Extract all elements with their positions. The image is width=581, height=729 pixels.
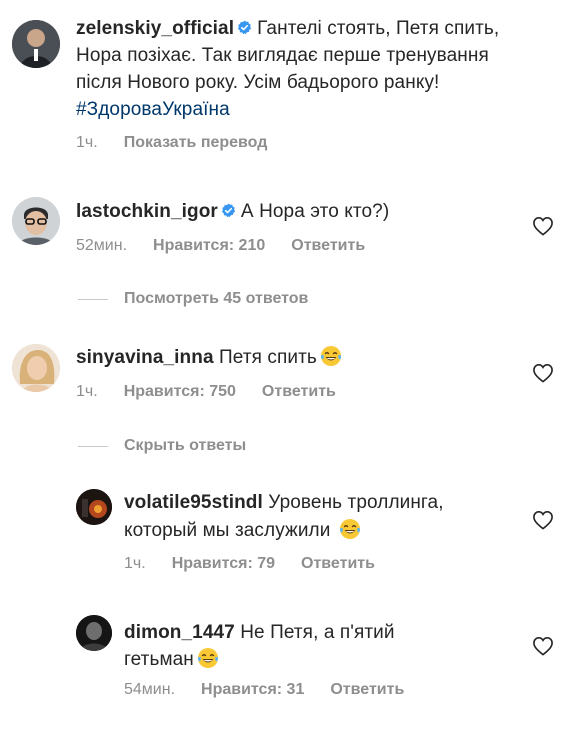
reply-line-volatile-1: volatile95stindl Уровень троллинга, — [124, 490, 444, 516]
comment-text: Петя спить — [219, 347, 317, 368]
reply-avatar-dimon[interactable] — [76, 615, 112, 651]
avatar-photo — [12, 20, 60, 68]
like-heart-icon[interactable] — [532, 216, 554, 236]
reply-button[interactable]: Ответить — [262, 382, 336, 402]
comment-time: 52мин. — [76, 237, 128, 254]
avatar-photo — [76, 489, 112, 525]
view-replies-button[interactable]: Посмотреть 45 ответов — [78, 290, 308, 308]
comment-likes[interactable]: Нравится: 210 — [153, 236, 265, 256]
avatar-photo — [12, 344, 60, 392]
comment-likes[interactable]: Нравится: 750 — [124, 382, 236, 402]
comment-text: А Нора это кто?) — [240, 201, 390, 222]
reply-avatar-volatile[interactable] — [76, 489, 112, 525]
avatar-photo — [12, 197, 60, 245]
reply-meta: 54мин. Нравится: 31 Ответить — [124, 680, 404, 700]
hide-replies-label: Скрыть ответы — [124, 437, 247, 454]
post-time: 1ч. — [76, 134, 98, 151]
face-with-tears-of-joy-icon — [197, 648, 218, 668]
like-heart-icon[interactable] — [532, 363, 554, 383]
post-caption-line-3: після Нового року. Усім бадьорого ранку! — [76, 72, 440, 93]
reply-button[interactable]: Ответить — [330, 680, 404, 700]
post-author-avatar[interactable] — [12, 20, 60, 68]
comment-avatar-lastochkin[interactable] — [12, 197, 60, 245]
reply-text-part-1: Не Петя, а п'ятий — [240, 622, 395, 643]
post-hashtag-link[interactable]: #ЗдороваУкраїна — [76, 97, 230, 123]
reply-text-part-2: гетьман — [124, 649, 194, 670]
post-caption-line-2: Нора позіхає. Так виглядає перше тренува… — [76, 45, 489, 66]
reply-line-volatile-2: который мы заслужили — [124, 517, 362, 544]
thread-divider-line — [78, 445, 108, 447]
reply-line-dimon-1: dimon_1447 Не Петя, а п'ятий — [124, 620, 395, 646]
comment-time: 1ч. — [76, 383, 98, 400]
reply-button[interactable]: Ответить — [291, 236, 365, 256]
reply-time: 1ч. — [124, 555, 146, 572]
reply-text-part-2: который мы заслужили — [124, 520, 331, 541]
reply-line-dimon-2: гетьман — [124, 646, 220, 673]
thread-divider-line — [78, 298, 108, 300]
face-with-tears-of-joy-icon — [339, 519, 360, 539]
comment-meta: 1ч. Нравится: 750 Ответить — [76, 382, 336, 402]
hide-replies-button[interactable]: Скрыть ответы — [78, 437, 246, 455]
comment-meta: 52мин. Нравится: 210 Ответить — [76, 236, 365, 256]
avatar-photo — [76, 615, 112, 651]
view-replies-label: Посмотреть 45 ответов — [124, 290, 309, 307]
comment-line-sinyavina: sinyavina_inna Петя спить — [76, 344, 343, 371]
like-heart-icon[interactable] — [532, 636, 554, 656]
post-caption-line-1: zelenskiy_official Гантелі стоять, Петя с… — [76, 16, 499, 42]
reply-time: 54мин. — [124, 681, 176, 698]
reply-username[interactable]: volatile95stindl — [124, 492, 263, 513]
reply-meta: 1ч. Нравится: 79 Ответить — [124, 554, 375, 574]
reply-username[interactable]: dimon_1447 — [124, 622, 235, 643]
like-heart-icon[interactable] — [532, 510, 554, 530]
reply-likes[interactable]: Нравится: 31 — [201, 680, 304, 700]
show-translation-button[interactable]: Показать перевод — [124, 133, 268, 153]
post-meta: 1ч. Показать перевод — [76, 133, 267, 153]
reply-text-part-1: Уровень троллинга, — [268, 492, 444, 513]
comment-avatar-sinyavina[interactable] — [12, 344, 60, 392]
comment-username[interactable]: lastochkin_igor — [76, 201, 218, 222]
face-with-tears-of-joy-icon — [320, 346, 341, 366]
comment-line-lastochkin: lastochkin_igor А Нора это кто?) — [76, 199, 389, 225]
reply-button[interactable]: Ответить — [301, 554, 375, 574]
reply-likes[interactable]: Нравится: 79 — [172, 554, 275, 574]
comment-username[interactable]: sinyavina_inna — [76, 347, 214, 368]
verified-badge-icon — [221, 203, 235, 218]
post-author-username[interactable]: zelenskiy_official — [76, 18, 234, 39]
post-caption-text: Гантелі стоять, Петя спить, — [257, 18, 500, 39]
verified-badge-icon — [238, 20, 252, 35]
